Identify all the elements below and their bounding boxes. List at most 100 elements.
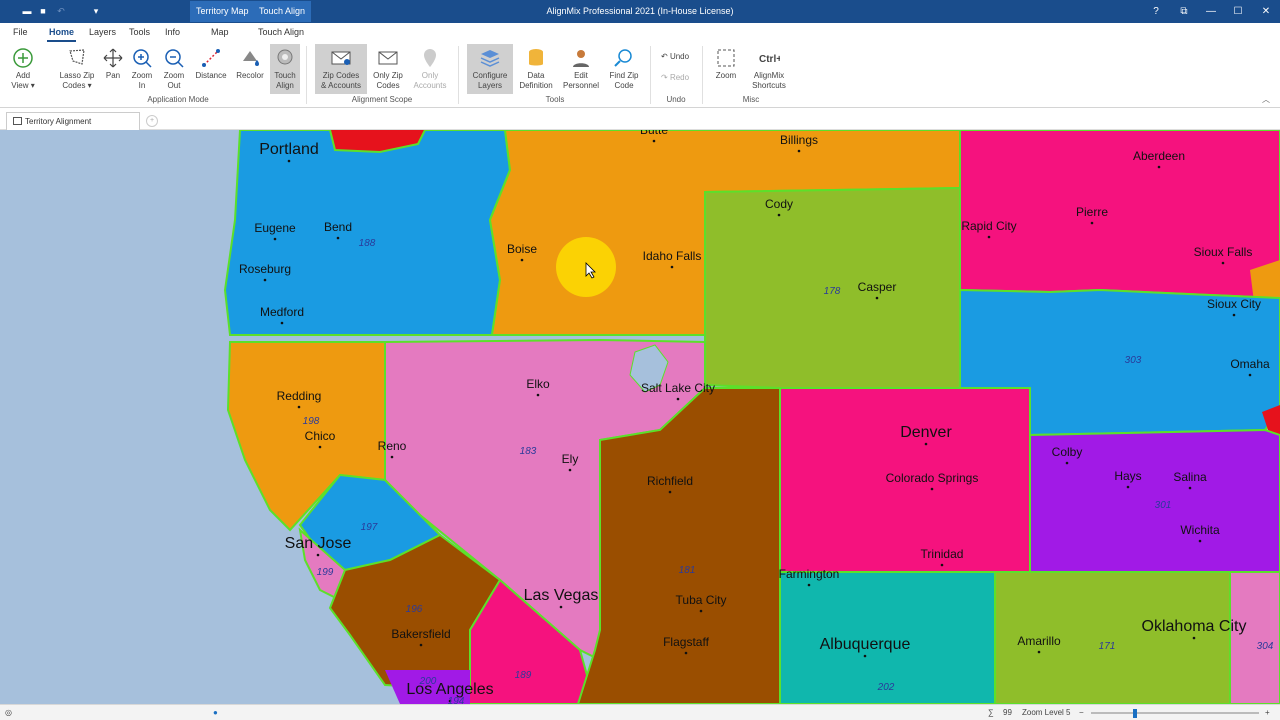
territory-magenta-sd[interactable] (959, 130, 1280, 300)
city-dot (797, 149, 801, 153)
city-dot (568, 468, 572, 472)
distance-icon (202, 49, 220, 67)
city-dot (1157, 165, 1161, 169)
city-label: Tuba City (676, 593, 727, 607)
document-tabs: Territory Alignment + (0, 109, 1280, 130)
tab-map[interactable]: Map (209, 23, 231, 42)
city-dot (875, 296, 879, 300)
restore-ribbon-icon[interactable]: ⧉ (1170, 0, 1198, 23)
lasso-zip-codes-button[interactable]: Lasso Zip Codes ▾ (57, 44, 97, 94)
city-dot (316, 553, 320, 557)
maximize-button[interactable]: ☐ (1224, 0, 1252, 23)
zoom-in-button[interactable]: Zoom In (129, 44, 155, 94)
data-definition-icon (529, 49, 543, 66)
undo-quick-icon[interactable]: ↶ (55, 5, 67, 17)
city-dot (1192, 636, 1196, 640)
city-dot (1037, 650, 1041, 654)
tab-file[interactable]: File (11, 23, 30, 42)
folder-icon[interactable]: ▬ (21, 5, 33, 17)
zoom-slider-thumb[interactable] (1133, 709, 1137, 718)
globe-icon[interactable]: ◎ (5, 705, 12, 720)
data-definition-button[interactable]: Data Definition (518, 44, 554, 94)
tab-tools[interactable]: Tools (127, 23, 152, 42)
territory-number: 198 (303, 416, 320, 427)
undo-button[interactable]: ↶ Undo (661, 51, 689, 63)
zoom-out-icon (165, 49, 184, 68)
help-icon[interactable]: ? (1142, 0, 1170, 23)
only-accounts-button[interactable]: Only Accounts (411, 44, 449, 94)
only-accounts-icon (424, 49, 436, 67)
add-view-button[interactable]: Add View ▾ (6, 44, 40, 94)
city-dot (1090, 221, 1094, 225)
redo-button[interactable]: ↷ Redo (661, 72, 689, 84)
territory-map[interactable]: Portland Butte Billings Aberdeen Eugene Bend B… (0, 130, 1280, 704)
location-pin-icon[interactable]: ● (213, 705, 218, 720)
zoom-slider[interactable] (1091, 712, 1259, 714)
zoom-button[interactable]: Zoom (712, 44, 740, 94)
city-label: Rapid City (961, 219, 1016, 233)
tab-touch-align-context[interactable]: Touch Align (253, 1, 312, 22)
add-view-icon (13, 48, 33, 68)
only-zip-icon (378, 51, 398, 65)
alignmix-shortcuts-button[interactable]: Ctrl+ AlignMix Shortcuts (748, 44, 790, 94)
touch-align-button[interactable]: Touch Align (270, 44, 300, 94)
tab-home[interactable]: Home (47, 23, 77, 42)
zoom-level-label: Zoom Level 5 (1022, 708, 1071, 717)
find-zip-icon (614, 49, 632, 67)
separator (458, 46, 459, 104)
edit-personnel-icon (573, 50, 589, 67)
tab-layers[interactable]: Layers (87, 23, 118, 42)
city-label: Wichita (1180, 523, 1220, 537)
territory-number: 199 (317, 567, 334, 578)
city-label: Amarillo (1017, 634, 1061, 648)
city-label: Ely (562, 452, 579, 466)
city-label: Sioux City (1207, 297, 1261, 311)
minimize-button[interactable]: — (1197, 0, 1225, 23)
city-dot (684, 651, 688, 655)
new-tab-icon[interactable]: + (146, 115, 158, 127)
collapse-ribbon-icon[interactable]: ︿ (1262, 94, 1270, 105)
pan-button[interactable]: Pan (101, 44, 125, 94)
zoom-in-slider-button[interactable]: + (1265, 705, 1270, 720)
city-label: Pierre (1076, 205, 1108, 219)
city-dot (1065, 461, 1069, 465)
city-label: Cody (765, 197, 793, 211)
tab-territory-map[interactable]: Territory Map (190, 1, 255, 22)
customize-toolbar-icon[interactable]: ▾ (90, 5, 102, 17)
find-zip-code-button[interactable]: Find Zip Code (605, 44, 643, 94)
tab-touch-align[interactable]: Touch Align (256, 23, 306, 42)
map-book-icon (13, 117, 22, 125)
city-label: Oklahoma City (1142, 618, 1247, 635)
city-label: Farmington (779, 567, 840, 581)
group-alignment-scope: Alignment Scope (351, 95, 413, 104)
city-label: San Jose (285, 535, 352, 552)
territory-number: 188 (359, 238, 376, 249)
tab-territory-alignment[interactable]: Territory Alignment (6, 112, 140, 130)
group-tools: Tools (545, 95, 565, 104)
tab-info[interactable]: Info (163, 23, 182, 42)
zip-codes-accounts-button[interactable]: Zip Codes & Accounts (315, 44, 367, 94)
distance-button[interactable]: Distance (194, 44, 228, 94)
save-icon[interactable]: ■ (37, 5, 49, 17)
city-dot (863, 654, 867, 658)
title-bar: ▬ ■ ↶ ▾ Territory Map Touch Align AlignM… (0, 0, 1280, 23)
territory-304[interactable] (1229, 571, 1280, 704)
city-dot (263, 278, 267, 282)
city-dot (807, 583, 811, 587)
group-misc: Misc (742, 95, 760, 104)
recolor-button[interactable]: Recolor (234, 44, 266, 94)
zoom-out-button[interactable]: Zoom Out (161, 44, 187, 94)
edit-personnel-button[interactable]: Edit Personnel (561, 44, 601, 94)
shortcuts-icon: Ctrl+ (759, 54, 780, 65)
territory-number: 303 (1125, 355, 1142, 366)
close-button[interactable]: ✕ (1252, 0, 1280, 23)
only-zip-codes-button[interactable]: Only Zip Codes (370, 44, 406, 94)
city-dot (652, 139, 656, 143)
redo-icon: ↷ (661, 73, 670, 82)
configure-layers-button[interactable]: Configure Layers (467, 44, 513, 94)
city-dot (419, 643, 423, 647)
city-label: Albuquerque (820, 636, 911, 653)
city-dot (536, 393, 540, 397)
map-canvas[interactable]: Portland Butte Billings Aberdeen Eugene Bend B… (0, 130, 1280, 704)
zoom-out-slider-button[interactable]: − (1079, 705, 1084, 720)
